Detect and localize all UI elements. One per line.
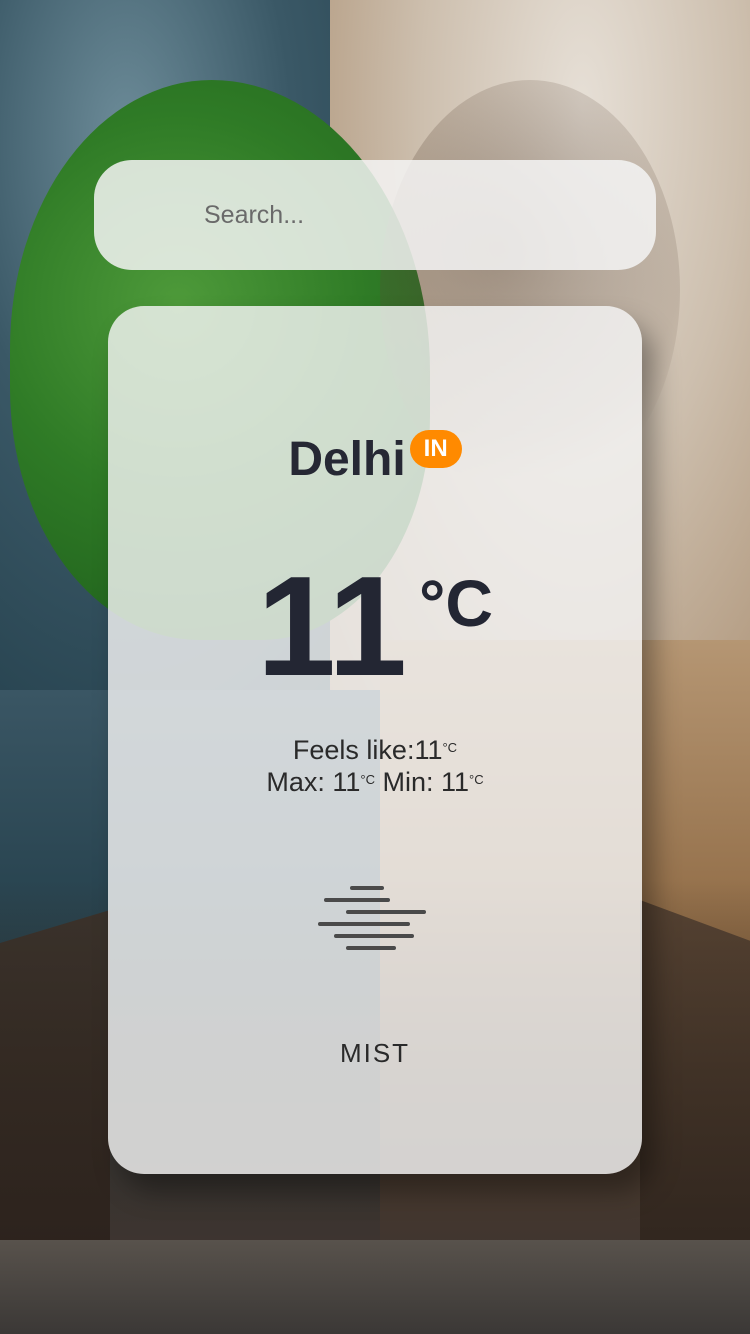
feels-like-unit: °C: [442, 740, 458, 755]
weather-card: Delhi IN 11 °C Feels like:11°C Max: 11°C…: [108, 306, 642, 1174]
mist-icon: [318, 886, 426, 950]
temperature-value: 11: [256, 547, 408, 706]
pier-rail-right: [640, 900, 750, 1240]
max-value: 11: [332, 767, 361, 797]
search-bar[interactable]: [94, 160, 656, 270]
min-unit: °C: [469, 772, 484, 787]
max-label: Max:: [266, 767, 333, 797]
temperature-row: 11 °C: [108, 556, 642, 698]
feels-like-value: 11: [414, 735, 443, 765]
location-row: Delhi IN: [108, 430, 642, 487]
max-unit: °C: [360, 772, 375, 787]
feels-like-label: Feels like:: [292, 735, 415, 765]
search-input[interactable]: [204, 185, 604, 245]
pier-rail-left: [0, 910, 110, 1240]
road: [0, 1240, 750, 1334]
country-badge: IN: [409, 430, 462, 468]
weather-condition: MIST: [339, 1038, 411, 1068]
max-min-line: Max: 11°C Min: 11°C: [108, 766, 642, 798]
min-value: 11: [441, 767, 470, 797]
min-label: Min:: [375, 767, 442, 797]
temperature-unit: °C: [419, 566, 494, 640]
city-name: Delhi: [288, 433, 406, 486]
feels-like-line: Feels like:11°C: [108, 734, 642, 766]
